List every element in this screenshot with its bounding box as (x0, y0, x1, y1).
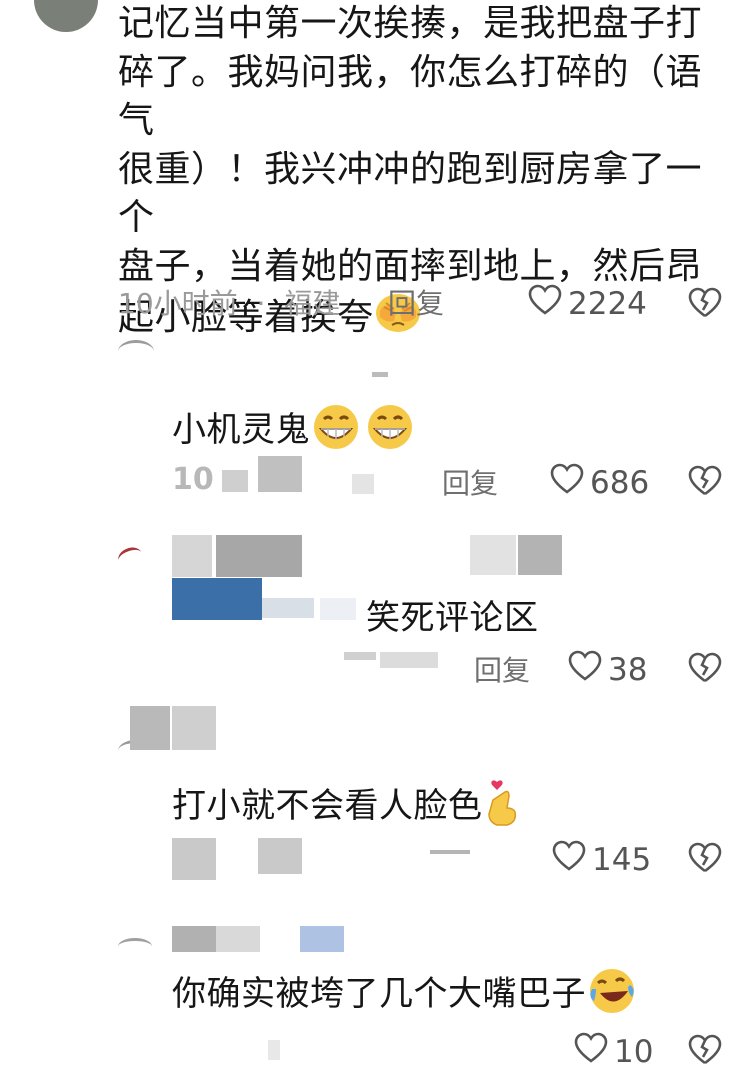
heart-outline-icon (528, 284, 562, 324)
like-count: 145 (592, 842, 652, 878)
grinning-face-icon (364, 403, 418, 460)
comment-location: 福建 (284, 287, 341, 320)
like-button[interactable]: 145 (552, 840, 651, 880)
blurred-meta (258, 838, 302, 874)
blurred-meta (380, 652, 438, 668)
reply-comment-text: 你确实被垮了几个大嘴巴子 (172, 966, 638, 1024)
heart-outline-icon (550, 463, 584, 503)
heart-fingers-icon (483, 778, 523, 837)
commenter-avatar[interactable] (34, 0, 98, 32)
main-comment-line: 碎了。我妈问我，你怎么打碎的（语气 (118, 51, 703, 142)
broken-heart-icon (688, 842, 722, 879)
comment-time: 10小时前 (118, 287, 238, 320)
dislike-button[interactable] (688, 464, 722, 502)
dislike-button[interactable] (688, 841, 722, 879)
dislike-button[interactable] (688, 286, 722, 324)
blurred-username (470, 535, 516, 575)
blurred-username (320, 598, 356, 620)
reply-avatar[interactable] (115, 544, 145, 569)
blurred-username (172, 706, 216, 750)
blurred-meta (258, 456, 302, 492)
blurred-username (130, 706, 170, 750)
rolling-laughing-icon (586, 967, 638, 1024)
blurred-username (172, 578, 262, 620)
like-count: 38 (608, 652, 648, 688)
blurred-username (262, 598, 314, 618)
blurred-username (172, 535, 212, 577)
reply-text: 小机灵鬼 (172, 410, 310, 450)
heart-outline-icon (552, 840, 586, 880)
blurred-username (216, 926, 260, 952)
reply-avatar[interactable] (118, 340, 154, 363)
like-count: 10 (614, 1034, 654, 1070)
reply-text: 你确实被垮了几个大嘴巴子 (172, 974, 586, 1014)
blurred-meta (430, 850, 470, 854)
heart-outline-icon (568, 650, 602, 690)
broken-heart-icon (688, 465, 722, 502)
broken-heart-icon (688, 287, 722, 324)
grinning-face-icon (310, 403, 364, 460)
dislike-button[interactable] (688, 1033, 722, 1071)
partial-meta: 10 (172, 462, 214, 497)
blurred-username (300, 926, 344, 952)
reply-avatar[interactable] (118, 938, 152, 955)
reply-comment-text: 小机灵鬼 (172, 402, 418, 460)
reply-text: 打小就不会看人脸色 (172, 786, 483, 826)
broken-heart-icon (688, 1034, 722, 1071)
blurred-username (216, 535, 302, 577)
blurred-username (518, 535, 562, 575)
like-count: 686 (590, 465, 650, 501)
reply-button[interactable]: 回复 (388, 282, 444, 322)
blurred-meta (352, 474, 374, 494)
like-count: 2224 (568, 286, 647, 322)
main-comment-line: 记忆当中第一次挨揍，是我把盘子打 (118, 3, 703, 44)
blurred-username (372, 372, 388, 377)
main-comment-meta: 10小时前 · 福建 (118, 282, 340, 322)
reply-button[interactable]: 回复 (474, 649, 530, 689)
like-button[interactable]: 10 (574, 1032, 653, 1072)
main-comment-line: 很重）！我兴冲冲的跑到厨房拿了一个 (118, 148, 703, 239)
like-button[interactable]: 38 (568, 650, 647, 690)
reply-comment-text: 打小就不会看人脸色 (172, 778, 523, 837)
reply-comment-text: 笑死评论区 (366, 598, 539, 638)
like-button[interactable]: 2224 (528, 284, 647, 324)
like-button[interactable]: 686 (550, 463, 649, 503)
blurred-meta (172, 838, 216, 880)
broken-heart-icon (688, 652, 722, 689)
blurred-username (172, 926, 216, 952)
heart-outline-icon (574, 1032, 608, 1072)
blurred-meta (222, 470, 248, 492)
reply-button[interactable]: 回复 (442, 462, 498, 502)
meta-separator: · (256, 287, 266, 320)
blurred-meta (268, 1040, 280, 1060)
blurred-meta (344, 652, 376, 660)
dislike-button[interactable] (688, 651, 722, 689)
